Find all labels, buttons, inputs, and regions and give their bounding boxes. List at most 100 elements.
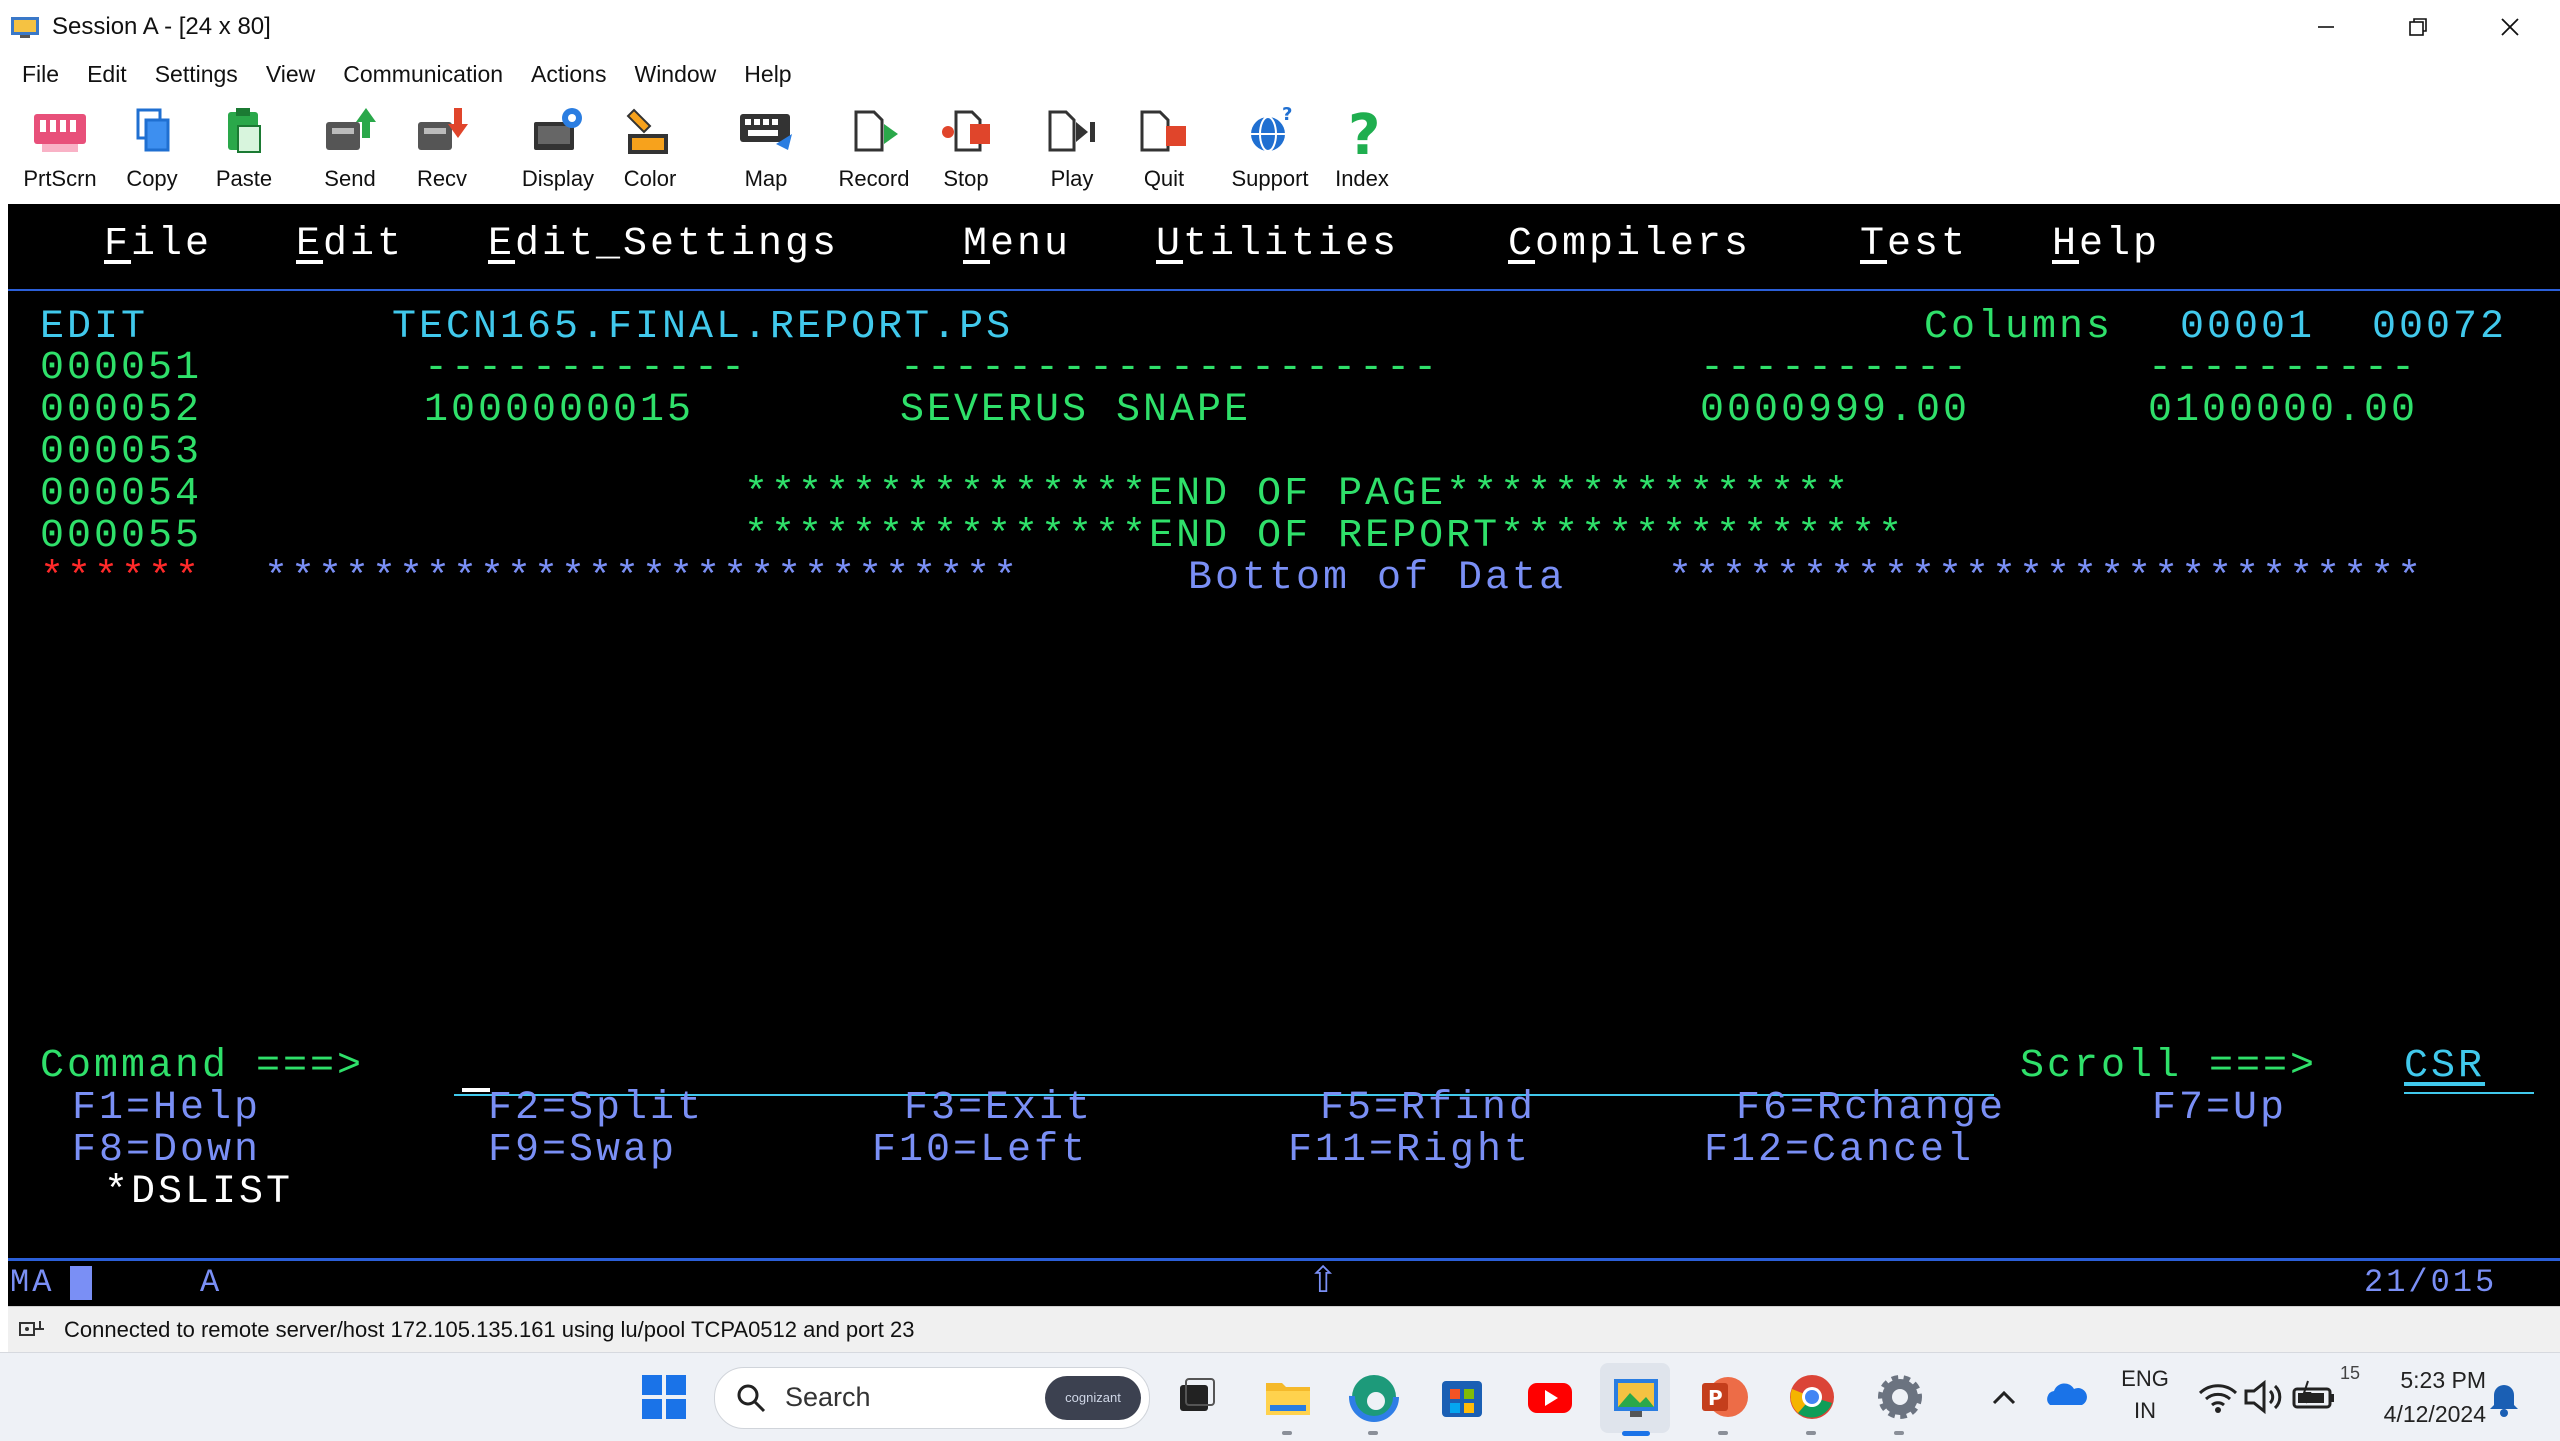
pfkey[interactable]: F8=Down (72, 1130, 261, 1172)
ispf-menu-menu[interactable]: Menu (963, 224, 1071, 266)
bottom-of-data-label: Bottom of Data (1188, 556, 1567, 601)
record-button[interactable]: Record (828, 104, 920, 200)
index-button[interactable]: ? Index (1316, 103, 1408, 200)
line-number[interactable]: 000055 (40, 516, 202, 558)
line-number[interactable]: 000051 (40, 348, 202, 390)
terminal-screen[interactable]: File Edit Edit_Settings Menu Utilities C… (8, 204, 2560, 1306)
close-button[interactable] (2464, 0, 2556, 54)
data-field[interactable]: 0100000.00 (2148, 390, 2418, 432)
menu-edit[interactable]: Edit (73, 61, 141, 88)
data-field[interactable]: ---------- (2148, 348, 2418, 390)
edge-browser-icon[interactable] (1348, 1371, 1400, 1423)
menu-settings[interactable]: Settings (141, 61, 252, 88)
search-highlight-badge: cognizant (1045, 1376, 1141, 1420)
settings-gear-icon[interactable] (1874, 1371, 1926, 1423)
microsoft-store-icon[interactable] (1436, 1371, 1488, 1423)
pfkey[interactable]: F1=Help (72, 1088, 261, 1130)
start-windows-icon[interactable] (638, 1371, 690, 1423)
print-screen-icon (30, 104, 90, 160)
menu-help[interactable]: Help (730, 61, 805, 88)
chrome-icon[interactable] (1786, 1371, 1838, 1423)
send-button[interactable]: Send (304, 104, 396, 200)
menu-actions[interactable]: Actions (517, 61, 620, 88)
map-button[interactable]: Map (720, 104, 812, 200)
session-app-icon[interactable] (1610, 1371, 1662, 1423)
language-indicator[interactable]: ENG IN (2100, 1363, 2190, 1429)
pfkey[interactable]: F7=Up (2152, 1088, 2287, 1130)
support-button[interactable]: ? Support (1224, 104, 1316, 200)
data-line[interactable]: ***************END OF PAGE**************… (744, 474, 1851, 516)
ispf-menu-compilers[interactable]: Compilers (1508, 224, 1751, 266)
ispf-menu-test[interactable]: Test (1860, 224, 1968, 266)
pfkey[interactable]: F10=Left (872, 1130, 1088, 1172)
show-hidden-icons-chevron-icon[interactable] (1978, 1371, 2030, 1423)
youtube-icon[interactable] (1524, 1371, 1576, 1423)
line-number[interactable]: 000052 (40, 390, 202, 432)
color-button[interactable]: Color (604, 104, 696, 200)
line-number[interactable]: 000053 (40, 432, 202, 474)
display-button[interactable]: Display (512, 104, 604, 200)
ispf-menu-edit[interactable]: Edit (296, 224, 404, 266)
pfkey[interactable]: F9=Swap (488, 1130, 677, 1172)
prtscrn-button[interactable]: PrtScrn (14, 104, 106, 200)
copy-button[interactable]: Copy (106, 104, 198, 200)
data-field[interactable]: ------------ (424, 348, 748, 390)
scroll-amount-input[interactable]: CSR (2404, 1046, 2485, 1088)
data-line[interactable]: ***************END OF REPORT************… (744, 516, 1905, 558)
volume-icon[interactable] (2238, 1371, 2290, 1423)
wifi-icon[interactable] (2192, 1371, 2244, 1423)
active-indicator (1622, 1431, 1650, 1436)
bottom-stars-left: **************************** (264, 556, 1021, 601)
dataset-name: TECN165.FINAL.REPORT.PS (392, 305, 1014, 350)
taskbar-search-box[interactable]: Search cognizant (714, 1367, 1150, 1429)
pfkey[interactable]: F11=Right (1288, 1130, 1531, 1172)
clock-date: 4/12/2024 (2383, 1401, 2486, 1427)
quit-button[interactable]: Quit (1118, 104, 1210, 200)
data-field[interactable]: ---------- (1700, 348, 1970, 390)
taskbar: Search cognizant P ENG IN 15 5:23 PM 4/1… (0, 1352, 2560, 1441)
task-view-icon[interactable] (1170, 1371, 1222, 1423)
menu-view[interactable]: View (252, 61, 329, 88)
data-field[interactable]: -------------------- (900, 348, 1440, 390)
data-field[interactable]: 0000999.00 (1700, 390, 1970, 432)
window-title: Session A - [24 x 80] (52, 13, 271, 40)
connection-status-text: Connected to remote server/host 172.105.… (64, 1317, 915, 1342)
pfkey[interactable]: F5=Rfind (1320, 1088, 1536, 1130)
minimize-button[interactable] (2280, 0, 2372, 54)
ispf-menu-help[interactable]: Help (2052, 224, 2160, 266)
battery-icon[interactable] (2288, 1371, 2340, 1423)
record-icon (844, 104, 904, 160)
restore-button[interactable] (2372, 0, 2464, 54)
recv-button[interactable]: Recv (396, 104, 488, 200)
data-field[interactable]: 1000000015 (424, 390, 694, 432)
notification-bell-icon[interactable] (2478, 1371, 2530, 1423)
paste-button[interactable]: Paste (198, 104, 290, 200)
clock[interactable]: 5:23 PM 4/12/2024 (2356, 1363, 2486, 1431)
play-button[interactable]: Play (1026, 104, 1118, 200)
help-index-icon: ? (1332, 103, 1392, 168)
pfkey[interactable]: F12=Cancel (1704, 1130, 1974, 1172)
ispf-menu-file[interactable]: File (104, 224, 212, 266)
keyboard-map-icon (736, 104, 796, 160)
menu-file[interactable]: File (8, 61, 73, 88)
dslist-shortcut[interactable]: *DSLIST (104, 1172, 293, 1214)
ispf-menu-utilities[interactable]: Utilities (1156, 224, 1399, 266)
data-field[interactable]: SEVERUS SNAPE (900, 390, 1251, 432)
bottom-marker: ****** (40, 556, 203, 601)
ispf-menu-edit-settings[interactable]: Edit_Settings (488, 224, 839, 266)
scroll-field-underline (2404, 1092, 2534, 1094)
receive-icon (412, 104, 472, 160)
pfkey[interactable]: F2=Split (488, 1088, 704, 1130)
stop-button[interactable]: Stop (920, 104, 1012, 200)
columns-label: Columns (1924, 305, 2114, 350)
command-label: Command ===> (40, 1044, 365, 1089)
line-number[interactable]: 000054 (40, 474, 202, 516)
powerpoint-icon[interactable]: P (1698, 1371, 1750, 1423)
pfkey[interactable]: F6=Rchange (1736, 1088, 2006, 1130)
send-icon (320, 104, 380, 160)
onedrive-icon[interactable] (2040, 1371, 2092, 1423)
file-explorer-icon[interactable] (1262, 1371, 1314, 1423)
menu-communication[interactable]: Communication (329, 61, 517, 88)
menu-window[interactable]: Window (620, 61, 730, 88)
pfkey[interactable]: F3=Exit (904, 1088, 1093, 1130)
